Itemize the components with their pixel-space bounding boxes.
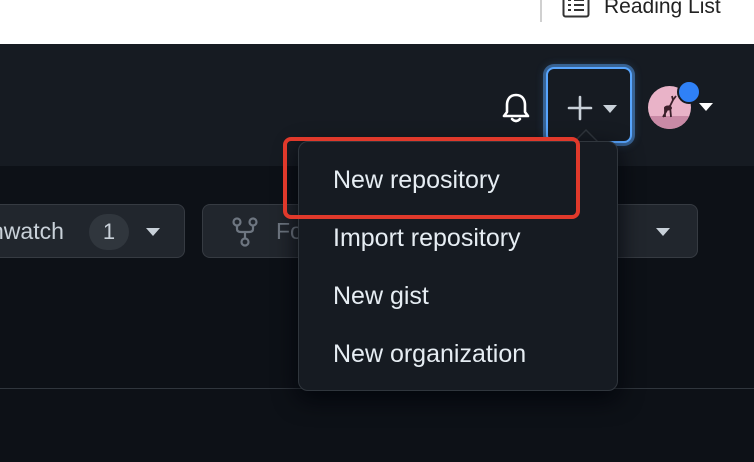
avatar-chevron-down-icon[interactable] [698, 102, 714, 112]
reading-list-icon [562, 0, 590, 23]
bell-icon [502, 93, 530, 123]
bookmark-divider [540, 0, 542, 22]
chevron-down-icon [656, 228, 670, 236]
reading-list-button[interactable]: Reading List [562, 0, 721, 22]
menu-item-new-gist[interactable]: New gist [333, 282, 429, 311]
highlight-annotation [283, 137, 580, 219]
unwatch-button[interactable]: nwatch 1 [0, 204, 185, 258]
chevron-down-icon [603, 105, 617, 113]
unwatch-label: nwatch [0, 218, 64, 244]
plus-icon [567, 95, 593, 121]
notifications-button[interactable] [496, 88, 536, 128]
avatar-status-dot [677, 80, 701, 104]
watch-count-badge: 1 [89, 214, 129, 250]
reading-list-label: Reading List [604, 0, 721, 18]
menu-item-new-organization[interactable]: New organization [333, 340, 526, 369]
chevron-down-icon [146, 228, 160, 236]
menu-item-import-repository[interactable]: Import repository [333, 224, 521, 253]
browser-bookmark-bar: Reading List [0, 0, 754, 45]
fork-options-button[interactable] [608, 204, 698, 258]
fork-icon [232, 217, 258, 247]
